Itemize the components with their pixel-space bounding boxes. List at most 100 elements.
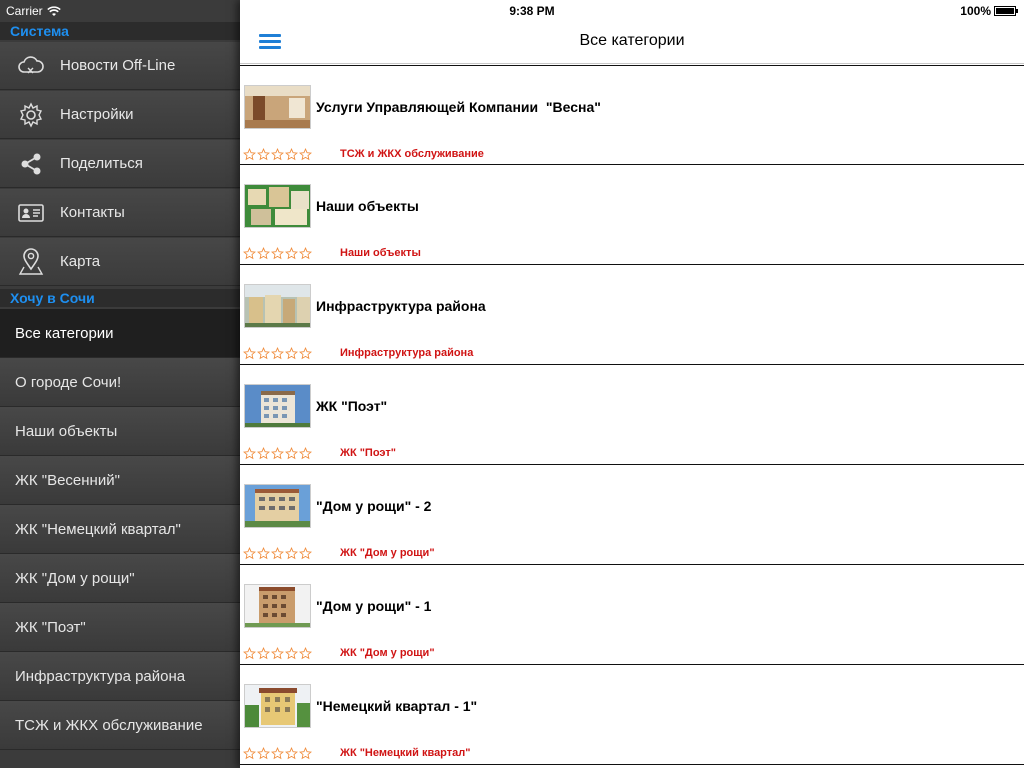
star-icon[interactable] [271, 247, 284, 260]
sidebar-item-all-categories[interactable]: Все категории [0, 309, 240, 358]
sidebar-item-settings[interactable]: Настройки [0, 91, 240, 139]
wifi-icon [46, 5, 61, 16]
item-category: ЖК "Дом у рощи" [340, 647, 435, 659]
star-icon[interactable] [299, 547, 312, 560]
status-carrier: Carrier [6, 3, 61, 19]
star-icon[interactable] [271, 447, 284, 460]
star-icon[interactable] [243, 447, 256, 460]
sidebar-item-poet[interactable]: ЖК "Поэт" [0, 603, 240, 652]
sidebar: Carrier Система Новости Off-Line Настрой… [0, 0, 240, 768]
star-icon[interactable] [243, 247, 256, 260]
rating-stars[interactable] [243, 247, 312, 260]
list-item[interactable]: Услуги Управляющей Компании "Весна" ТСЖ … [240, 65, 1024, 165]
list-item[interactable]: "Немецкий квартал - 1" ЖК "Немецкий квар… [240, 665, 1024, 765]
star-icon[interactable] [271, 347, 284, 360]
list-item[interactable]: Инфраструктура района Инфраструктура рай… [240, 265, 1024, 365]
list-item[interactable]: "Дом у рощи" - 2 ЖК "Дом у рощи" [240, 465, 1024, 565]
sidebar-item-nemetskiy-kvartal[interactable]: ЖК "Немецкий квартал" [0, 505, 240, 554]
rating-stars[interactable] [243, 347, 312, 360]
star-icon[interactable] [285, 547, 298, 560]
sidebar-item-news-offline[interactable]: Новости Off-Line [0, 42, 240, 90]
star-icon[interactable] [299, 247, 312, 260]
item-title: Инфраструктура района [316, 298, 486, 314]
sidebar-item-share[interactable]: Поделиться [0, 140, 240, 188]
thumbnail-image [244, 684, 311, 728]
star-icon[interactable] [243, 547, 256, 560]
section-header-sochi: Хочу в Сочи [0, 289, 240, 307]
cloud-offline-icon [16, 51, 46, 81]
share-icon [16, 149, 46, 179]
thumbnail-image [244, 584, 311, 628]
star-icon[interactable] [243, 347, 256, 360]
thumbnail-image [244, 484, 311, 528]
rating-stars[interactable] [243, 148, 312, 161]
item-category: ЖК "Дом у рощи" [340, 547, 435, 559]
list-item[interactable]: ЖК "Поэт" ЖК "Поэт" [240, 365, 1024, 465]
star-icon[interactable] [299, 747, 312, 760]
category-list: Услуги Управляющей Компании "Весна" ТСЖ … [240, 65, 1024, 765]
rating-stars[interactable] [243, 747, 312, 760]
item-category: ЖК "Немецкий квартал" [340, 747, 471, 759]
star-icon[interactable] [299, 647, 312, 660]
star-icon[interactable] [285, 347, 298, 360]
battery-percent: 100% [960, 4, 991, 18]
star-icon[interactable] [299, 347, 312, 360]
list-item[interactable]: Наши объекты Наши объекты [240, 165, 1024, 265]
status-battery: 100% [960, 4, 1018, 18]
rating-stars[interactable] [243, 647, 312, 660]
sidebar-item-contacts[interactable]: Контакты [0, 189, 240, 237]
sidebar-item-about-sochi[interactable]: О городе Сочи! [0, 358, 240, 407]
thumbnail-image [244, 85, 311, 129]
gear-icon [16, 100, 46, 130]
main-panel: 9:38 PM 100% Все категории Услуги Управл… [240, 0, 1024, 768]
star-icon[interactable] [271, 148, 284, 161]
star-icon[interactable] [257, 447, 270, 460]
thumbnail-image [244, 184, 311, 228]
rating-stars[interactable] [243, 547, 312, 560]
carrier-label: Carrier [6, 4, 43, 18]
list-item[interactable]: "Дом у рощи" - 1 ЖК "Дом у рощи" [240, 565, 1024, 665]
sidebar-item-label: Настройки [60, 106, 134, 123]
item-title: "Дом у рощи" - 2 [316, 498, 432, 514]
star-icon[interactable] [285, 247, 298, 260]
item-title: Наши объекты [316, 198, 419, 214]
star-icon[interactable] [271, 747, 284, 760]
item-category: ТСЖ и ЖКХ обслуживание [340, 148, 484, 160]
sidebar-item-map[interactable]: Карта [0, 238, 240, 286]
page-title: Все категории [579, 32, 685, 49]
map-pin-icon [16, 247, 46, 277]
item-category: Наши объекты [340, 247, 421, 259]
star-icon[interactable] [299, 447, 312, 460]
rating-stars[interactable] [243, 447, 312, 460]
star-icon[interactable] [299, 148, 312, 161]
sidebar-item-label: Новости Off-Line [60, 57, 176, 74]
star-icon[interactable] [257, 148, 270, 161]
item-title: "Дом у рощи" - 1 [316, 598, 432, 614]
sidebar-item-vesenniy[interactable]: ЖК "Весенний" [0, 456, 240, 505]
star-icon[interactable] [271, 547, 284, 560]
sidebar-item-label: Карта [60, 253, 101, 270]
star-icon[interactable] [271, 647, 284, 660]
star-icon[interactable] [285, 747, 298, 760]
star-icon[interactable] [285, 447, 298, 460]
item-title: ЖК "Поэт" [316, 398, 388, 414]
star-icon[interactable] [257, 347, 270, 360]
star-icon[interactable] [257, 747, 270, 760]
sidebar-item-our-objects[interactable]: Наши объекты [0, 407, 240, 456]
star-icon[interactable] [285, 647, 298, 660]
star-icon[interactable] [257, 547, 270, 560]
star-icon[interactable] [257, 647, 270, 660]
star-icon[interactable] [257, 247, 270, 260]
section-header-system: Система [0, 22, 240, 40]
item-category: ЖК "Поэт" [340, 447, 396, 459]
sidebar-item-infrastructure[interactable]: Инфраструктура района [0, 652, 240, 701]
star-icon[interactable] [285, 148, 298, 161]
sidebar-item-dom-u-roschi[interactable]: ЖК "Дом у рощи" [0, 554, 240, 603]
star-icon[interactable] [243, 148, 256, 161]
thumbnail-image [244, 284, 311, 328]
sidebar-item-label: Контакты [60, 204, 125, 221]
item-title: "Немецкий квартал - 1" [316, 698, 478, 714]
star-icon[interactable] [243, 747, 256, 760]
star-icon[interactable] [243, 647, 256, 660]
sidebar-item-tszh-service[interactable]: ТСЖ и ЖКХ обслуживание [0, 701, 240, 750]
